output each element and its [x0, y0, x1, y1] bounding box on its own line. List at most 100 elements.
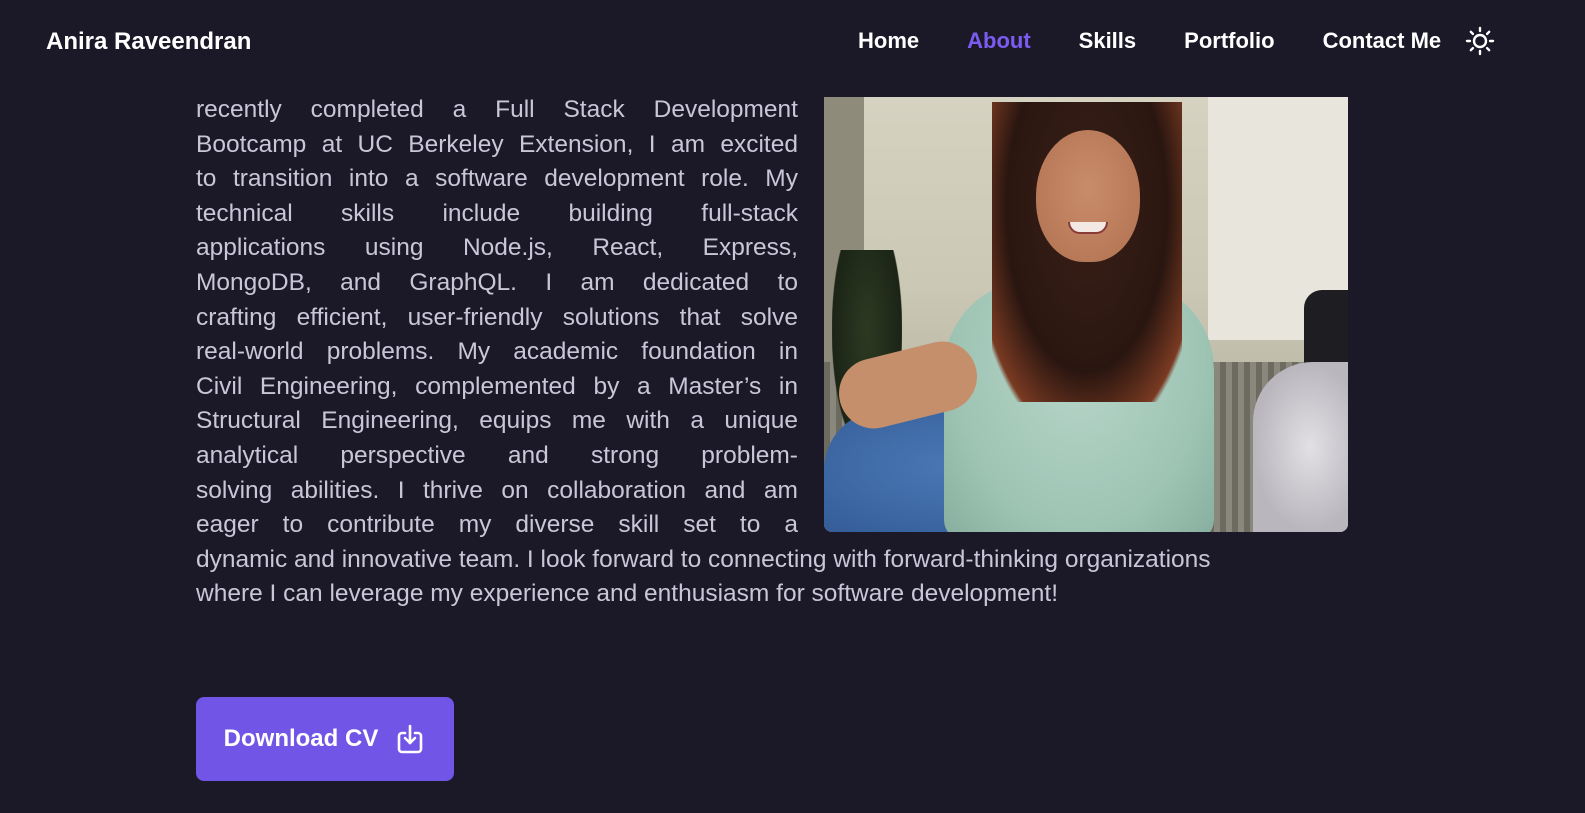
- paragraph-line: technical skills include building full-stack: [196, 197, 798, 232]
- paragraph-word: technical: [196, 199, 293, 227]
- paragraph-word: full-stack: [701, 199, 798, 227]
- paragraph-word: on: [501, 476, 529, 504]
- paragraph-line: analytical perspective and strong problem-: [196, 439, 798, 474]
- paragraph-word: to: [777, 268, 798, 296]
- paragraph-word: am: [670, 130, 705, 158]
- paragraph-word: recently: [196, 96, 282, 123]
- paragraph-word: with: [626, 407, 670, 435]
- paragraph-word: Structural: [196, 407, 301, 435]
- paragraph-word: collaboration: [547, 476, 687, 504]
- paragraph-word: into: [348, 165, 389, 193]
- paragraph-word: skill: [618, 511, 660, 539]
- paragraph-line: crafting efficient, user-friendly solutions…: [196, 301, 798, 336]
- paragraph-line: Bootcamp at UC Berkeley Extension, Iam excited: [196, 128, 798, 163]
- paragraph-word: I: [397, 476, 405, 504]
- paragraph-word: am: [580, 268, 615, 296]
- paragraph-word: a: [636, 372, 651, 400]
- paragraph-word: contribute: [327, 511, 435, 539]
- paragraph-word: abilities.: [290, 476, 380, 504]
- paragraph-word: a: [690, 407, 704, 435]
- paragraph-word: role.: [701, 165, 749, 193]
- paragraph-word: user-friendly: [407, 303, 543, 331]
- paragraph-word: Bootcamp: [196, 130, 307, 158]
- nav-menu: Home About Skills Portfolio Contact Me: [858, 28, 1489, 54]
- nav-link-portfolio[interactable]: Portfolio: [1184, 28, 1274, 54]
- paragraph-word: skills: [341, 199, 395, 227]
- paragraph-word: My: [457, 338, 491, 366]
- paragraph-word: building: [568, 199, 653, 227]
- paragraph-word: development: [544, 165, 685, 193]
- paragraph-word: Full: [495, 96, 535, 123]
- paragraph-line: dynamic and innovative team. I look forw…: [196, 545, 1211, 573]
- paragraph-word: foundation: [641, 338, 756, 366]
- paragraph-word: at: [321, 130, 343, 158]
- paragraph-word: MongoDB,: [196, 268, 312, 296]
- paragraph-line: to transition into a software development role…: [196, 162, 798, 197]
- paragraph-word: eager: [196, 511, 259, 539]
- paragraph-word: that: [679, 303, 721, 331]
- download-icon: [398, 724, 423, 754]
- nav-link-home[interactable]: Home: [858, 28, 919, 54]
- paragraph-word: and: [340, 268, 382, 296]
- paragraph-word: solutions: [562, 303, 660, 331]
- paragraph-word: Engineering,: [259, 372, 398, 400]
- paragraph-word: Engineering,: [321, 407, 459, 435]
- paragraph-word: React,: [592, 234, 664, 262]
- paragraph-word: set: [683, 511, 716, 539]
- paragraph-word: thrive: [423, 476, 483, 504]
- paragraph-line: MongoDB, and GraphQL. Iam dedicated to: [196, 266, 798, 301]
- paragraph-line: applications using Node.js, React, Express,: [196, 231, 798, 266]
- paragraph-word: academic: [513, 338, 619, 366]
- nav-link-contact-me[interactable]: Contact Me: [1323, 28, 1442, 54]
- paragraph-word: equips: [479, 407, 552, 435]
- paragraph-word: analytical: [196, 441, 299, 469]
- paragraph-word: my: [458, 511, 492, 539]
- paragraph-word: crafting: [196, 303, 277, 331]
- paragraph-word: transition: [232, 165, 333, 193]
- paragraph-word: a: [784, 511, 798, 539]
- paragraph-word: diverse: [515, 511, 595, 539]
- paragraph-word: problem-: [701, 441, 798, 469]
- paragraph-word: GraphQL.: [409, 268, 517, 296]
- paragraph-line: Civil Engineering, complemented by a Master’s…: [196, 370, 798, 405]
- paragraph-line: eager to contribute my diverse skill set to a: [196, 508, 798, 543]
- paragraph-line: where I can leverage my experience and e…: [196, 580, 1059, 608]
- brand-name[interactable]: Anira Raveendran: [46, 28, 251, 56]
- paragraph-word: Berkeley: [408, 130, 504, 158]
- paragraph-word: UC: [357, 130, 393, 158]
- about-paragraph: includingWaterfall,V-Model,andAgile.Havi…: [196, 61, 1348, 612]
- paragraph-line: real-world problems. My academic foundation i…: [196, 335, 798, 370]
- page: includingWaterfall,V-Model,andAgile.Havi…: [0, 0, 1585, 813]
- paragraph-word: solving: [196, 476, 273, 504]
- paragraph-line: Structural Engineering, equips me with a uniqu…: [196, 404, 798, 439]
- paragraph-word: Stack: [563, 96, 625, 123]
- paragraph-word: in: [778, 338, 798, 366]
- nav-link-skills[interactable]: Skills: [1079, 28, 1136, 54]
- paragraph-word: am: [763, 476, 798, 504]
- paragraph-word: Node.js,: [462, 234, 553, 262]
- paragraph-word: solve: [740, 303, 798, 331]
- paragraph-word: to: [196, 165, 217, 193]
- download-cv-label: Download CV: [223, 725, 379, 752]
- paragraph-word: a: [452, 96, 467, 123]
- paragraph-word: and: [507, 441, 549, 469]
- paragraph-line: recently completed a Full Stack Development: [196, 93, 798, 128]
- paragraph-word: completed: [310, 96, 424, 123]
- navbar: Anira Raveendran Home About Skills Portfoli…: [0, 0, 1585, 97]
- paragraph-word: perspective: [340, 441, 466, 469]
- paragraph-word: complemented: [415, 372, 576, 400]
- sun-icon[interactable]: [1465, 26, 1495, 56]
- nav-link-about[interactable]: About: [967, 28, 1031, 54]
- paragraph-line: solving abilities. Ithrive on collaboration a…: [196, 474, 798, 509]
- paragraph-word: I: [648, 130, 656, 158]
- paragraph-word: Master’s: [668, 372, 762, 400]
- paragraph-word: applications: [196, 234, 326, 262]
- paragraph-word: strong: [590, 441, 660, 469]
- download-cv-button[interactable]: Download CV: [196, 697, 454, 781]
- paragraph-word: to: [739, 511, 761, 539]
- paragraph-word: Extension,: [518, 130, 634, 158]
- paragraph-word: using: [364, 234, 424, 262]
- paragraph-word: Development: [653, 96, 798, 123]
- paragraph-word: dedicated: [642, 268, 750, 296]
- paragraph-word: I: [545, 268, 553, 296]
